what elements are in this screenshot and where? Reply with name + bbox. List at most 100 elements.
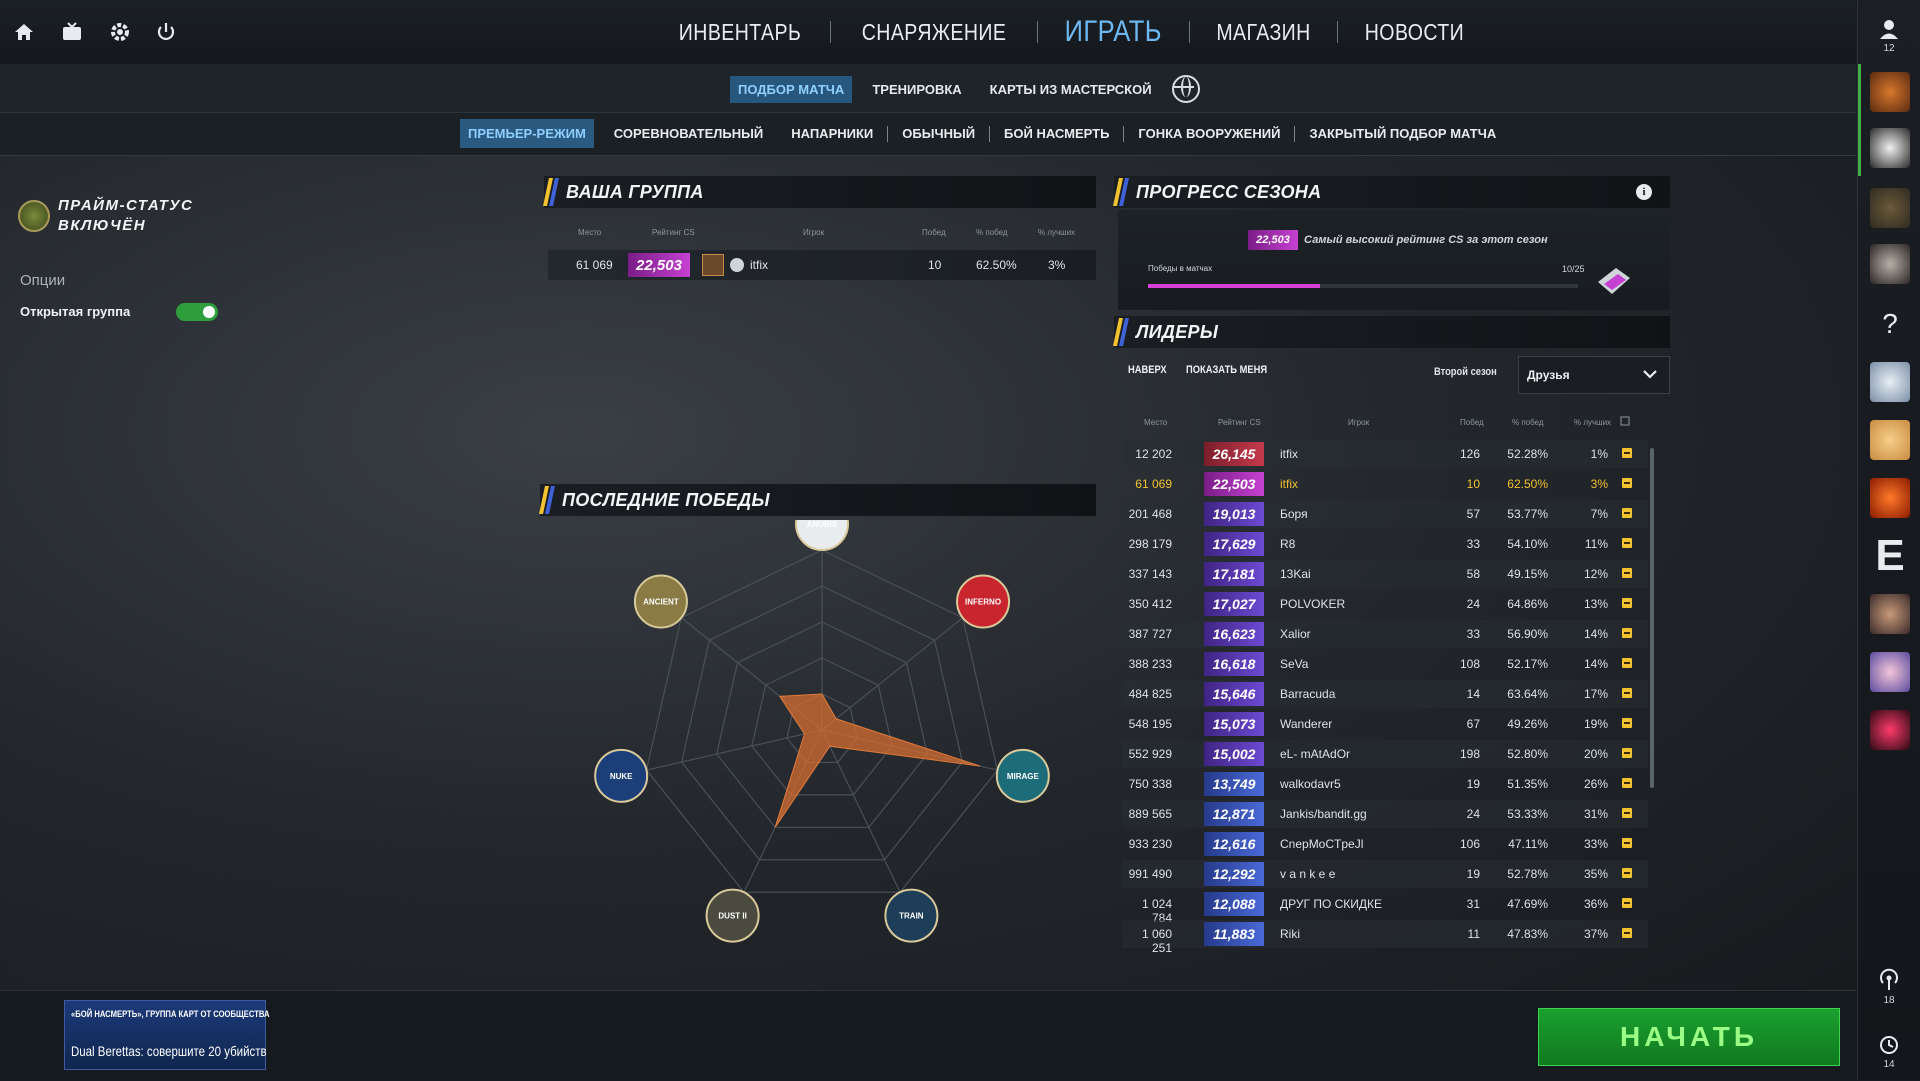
nav-news[interactable]: НОВОСТИ: [1349, 19, 1479, 46]
leaderboard-row[interactable]: 12 202 26,145 itfix 126 52.28% 1%: [1122, 440, 1648, 468]
add-friend-icon[interactable]: [1622, 808, 1632, 818]
leaderboard-row[interactable]: 1 060 251 11,883 Riki 11 47.83% 37%: [1122, 920, 1648, 955]
leader-top: 20%: [1583, 747, 1608, 761]
friend-avatar[interactable]: [1870, 594, 1910, 634]
leader-winrate: 49.15%: [1507, 567, 1548, 581]
leader-place: 350 412: [1128, 597, 1172, 611]
leaderboard-row[interactable]: 548 195 15,073 Wanderer 67 49.26% 19%: [1122, 710, 1648, 738]
open-group-toggle[interactable]: [176, 303, 218, 321]
add-friend-icon[interactable]: [1622, 928, 1632, 938]
leaderboard-row[interactable]: 1 024 784 12,088 ДРУГ ПО СКИДКЕ 31 47.69% 36%: [1122, 890, 1648, 925]
add-friend-icon[interactable]: [1622, 688, 1632, 698]
leader-top: 26%: [1583, 777, 1608, 791]
leaderboard-row[interactable]: 750 338 13,749 walkodavr5 19 51.35% 26%: [1122, 770, 1648, 798]
leader-place: 387 727: [1128, 627, 1172, 641]
group-member-row[interactable]: 61 069 22,503 itfix 10 62.50% 3%: [548, 250, 1096, 280]
leaderboard-row[interactable]: 350 412 17,027 POLVOKER 24 64.86% 13%: [1122, 590, 1648, 618]
add-friend-icon[interactable]: [1622, 748, 1632, 758]
tv-icon[interactable]: [58, 18, 86, 46]
game-modes-bar: ПРЕМЬЕР-РЕЖИМ СОРЕВНОВАТЕЛЬНЫЙ НАПАРНИКИ…: [0, 113, 1856, 156]
add-friend-icon[interactable]: [1622, 898, 1632, 908]
mission-card[interactable]: «БОЙ НАСМЕРТЬ», ГРУППА КАРТ ОТ СООБЩЕСТВ…: [64, 1000, 270, 1070]
map-badge-label: TRAIN: [899, 912, 924, 921]
leader-name: SeVa: [1280, 657, 1309, 671]
season-progress-box: 22,503 Самый высокий рейтинг CS за этот …: [1118, 210, 1670, 310]
leader-rating: 12,088: [1204, 892, 1264, 916]
leaderboard-row[interactable]: 387 727 16,623 Xalior 33 56.90% 14%: [1122, 620, 1648, 648]
gear-icon[interactable]: [106, 18, 134, 46]
leaderboard-row[interactable]: 298 179 17,629 R8 33 54.10% 11%: [1122, 530, 1648, 558]
leaderboard-row[interactable]: 337 143 17,181 13Kai 58 49.15% 12%: [1122, 560, 1648, 588]
radar-chart: ANUBIS INFERNO MIRAGE TRAIN DUST II NUKE ANCIE…: [594, 497, 1050, 943]
add-friend-icon[interactable]: [1622, 778, 1632, 788]
home-icon[interactable]: [10, 18, 38, 46]
nav-store[interactable]: МАГАЗИН: [1201, 19, 1326, 46]
add-friend-icon[interactable]: [1622, 868, 1632, 878]
tab-matchmaking[interactable]: ПОДБОР МАТЧА: [730, 75, 853, 103]
nav-divider: [1336, 21, 1338, 43]
mode-casual[interactable]: ОБЫЧНЫЙ: [894, 119, 983, 148]
broadcast-button[interactable]: 18: [1858, 968, 1920, 1006]
leader-rating: 13,749: [1204, 772, 1264, 796]
friend-avatar[interactable]: [1870, 710, 1910, 750]
mode-arms-race[interactable]: ГОНКА ВООРУЖЕНИЙ: [1130, 119, 1288, 148]
nav-play[interactable]: ИГРАТЬ: [1049, 15, 1177, 49]
add-friend-icon[interactable]: [1622, 838, 1632, 848]
filter-value: Друзья: [1527, 368, 1570, 382]
add-friend-icon[interactable]: [1622, 628, 1632, 638]
start-button[interactable]: НАЧАТЬ: [1538, 1008, 1840, 1066]
add-friend-icon[interactable]: [1622, 568, 1632, 578]
add-friend-icon[interactable]: [1622, 658, 1632, 668]
nav-inventory[interactable]: ИНВЕНТАРЬ: [664, 19, 817, 46]
info-icon[interactable]: i: [1636, 184, 1652, 200]
leaderboard-row[interactable]: 933 230 12,616 CnepMoCTpeJl 106 47.11% 33%: [1122, 830, 1648, 858]
leader-top: 14%: [1583, 627, 1608, 641]
leader-place: 201 468: [1128, 507, 1172, 521]
leaderboard-row[interactable]: 991 490 12,292 v a n k e e 19 52.78% 35%: [1122, 860, 1648, 888]
leader-wins: 108: [1459, 657, 1480, 671]
friend-avatar[interactable]: [1870, 478, 1910, 518]
leader-top: 14%: [1583, 657, 1608, 671]
power-icon[interactable]: [152, 18, 180, 46]
friends-button[interactable]: 12: [1872, 18, 1906, 54]
leaderboard-row[interactable]: 552 929 15,002 eL- mAtAdOr 198 52.80% 20%: [1122, 740, 1648, 768]
leaderboard-row[interactable]: 484 825 15,646 Barracuda 14 63.64% 17%: [1122, 680, 1648, 708]
tab-practice[interactable]: ТРЕНИРОВКА: [864, 76, 969, 103]
friend-avatar[interactable]: [1870, 128, 1910, 168]
friend-avatar-letter[interactable]: E: [1870, 534, 1910, 578]
mode-deathmatch[interactable]: БОЙ НАСМЕРТЬ: [996, 119, 1117, 148]
friend-avatar[interactable]: [1870, 72, 1910, 112]
tab-workshop-maps[interactable]: КАРТЫ ИЗ МАСТЕРСКОЙ: [982, 76, 1160, 103]
leader-top: 36%: [1583, 897, 1608, 911]
leaderboard-filter-select[interactable]: Друзья: [1518, 356, 1670, 394]
history-button[interactable]: 14: [1858, 1034, 1920, 1070]
add-friend-icon[interactable]: [1622, 508, 1632, 518]
leaderboard-scrollbar[interactable]: [1650, 448, 1654, 788]
show-me-button[interactable]: ПОКАЗАТЬ МЕНЯ: [1186, 364, 1267, 376]
friend-avatar[interactable]: [1870, 188, 1910, 228]
friend-avatar[interactable]: [1870, 362, 1910, 402]
leaderboard-row[interactable]: 61 069 22,503 itfix 10 62.50% 3%: [1122, 470, 1648, 498]
mode-competitive[interactable]: СОРЕВНОВАТЕЛЬНЫЙ: [606, 119, 771, 148]
friend-avatar[interactable]: [1870, 652, 1910, 692]
mode-wingman[interactable]: НАПАРНИКИ: [783, 119, 881, 148]
add-friend-icon[interactable]: [1622, 598, 1632, 608]
add-friend-icon[interactable]: [1622, 718, 1632, 728]
globe-icon[interactable]: [1171, 75, 1200, 103]
mode-private-matchmaking[interactable]: ЗАКРЫТЫЙ ПОДБОР МАТЧА: [1301, 119, 1504, 148]
leaderboard-row[interactable]: 388 233 16,618 SeVa 108 52.17% 14%: [1122, 650, 1648, 678]
add-friend-icon[interactable]: [1622, 448, 1632, 458]
scroll-top-button[interactable]: НАВЕРХ: [1128, 364, 1167, 376]
nav-loadout[interactable]: СНАРЯЖЕНИЕ: [846, 19, 1021, 46]
add-friend-icon[interactable]: [1622, 478, 1632, 488]
leaderboard-row[interactable]: 201 468 19,013 Боря 57 53.77% 7%: [1122, 500, 1648, 528]
add-friend-icon[interactable]: [1622, 538, 1632, 548]
leader-place: 337 143: [1128, 567, 1172, 581]
leader-rating: 15,002: [1204, 742, 1264, 766]
friend-avatar[interactable]: [1870, 420, 1910, 460]
friend-avatar[interactable]: [1870, 244, 1910, 284]
leaderboard-row[interactable]: 889 565 12,871 Jankis/bandit.gg 24 53.33% 31%: [1122, 800, 1648, 828]
help-icon[interactable]: ?: [1870, 304, 1910, 344]
mode-premier[interactable]: ПРЕМЬЕР-РЕЖИМ: [460, 119, 594, 148]
leader-place: 61 069: [1135, 477, 1172, 491]
